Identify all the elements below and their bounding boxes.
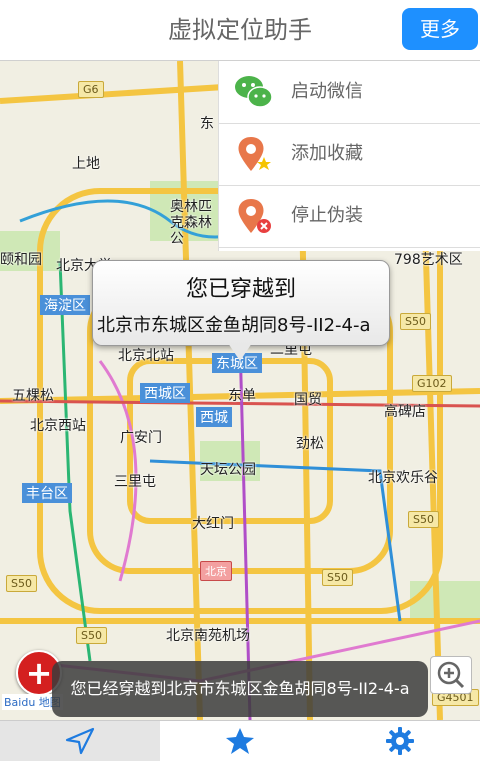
- map-district: 西城: [196, 407, 232, 427]
- road-label: S50: [76, 627, 107, 644]
- map-district: 海淀区: [40, 295, 90, 315]
- gear-icon: [386, 727, 414, 755]
- map-place: 天坛公园: [200, 462, 256, 478]
- map-place: 五棵松: [12, 388, 54, 404]
- map-place: 东单: [228, 388, 256, 404]
- map-place: 大红门: [192, 516, 234, 532]
- pin-cancel-icon: [238, 199, 271, 233]
- menu-item-stop-fake[interactable]: 停止伪装: [219, 185, 480, 248]
- map-place: 颐和园: [0, 252, 42, 268]
- tab-location[interactable]: [0, 721, 160, 761]
- menu-item-label: 添加收藏: [291, 143, 363, 164]
- map-place: 广安门: [120, 430, 162, 446]
- map-place: 三里屯: [114, 474, 156, 490]
- road-label: 北京: [200, 561, 232, 581]
- map-place: 上地: [72, 156, 100, 172]
- road-label: G6: [78, 81, 104, 98]
- wechat-icon: [235, 76, 273, 108]
- map-place: 高碑店: [384, 404, 426, 420]
- star-icon: [226, 728, 254, 754]
- road-label: S50: [322, 569, 353, 586]
- map-place: 北京南苑机场: [166, 628, 250, 644]
- menu-item-launch-wechat[interactable]: 启动微信: [219, 61, 480, 124]
- callout-pointer: [228, 343, 252, 361]
- map-place: 奥林匹克森林公: [170, 199, 212, 247]
- map-district: 西城区: [140, 383, 190, 403]
- location-callout: 您已穿越到 北京市东城区金鱼胡同8号-II2-4-a: [92, 260, 390, 346]
- more-menu: 启动微信 添加收藏 停止伪装: [218, 61, 480, 251]
- map-place: 798艺术区: [394, 252, 463, 268]
- road-label: S50: [408, 511, 439, 528]
- app-header: 虚拟定位助手 更多: [0, 0, 480, 61]
- map-place: 国贸: [294, 392, 322, 408]
- map-place: 北京北站: [118, 348, 174, 364]
- road-label: S50: [6, 575, 37, 592]
- menu-item-add-favorite[interactable]: 添加收藏: [219, 123, 480, 186]
- tab-settings[interactable]: [320, 721, 480, 761]
- map-place: 北京西站: [30, 418, 86, 434]
- menu-item-label: 启动微信: [291, 81, 363, 102]
- zoom-in-button[interactable]: [430, 656, 472, 694]
- tab-favorites[interactable]: [160, 721, 320, 761]
- toast-message: 您已经穿越到北京市东城区金鱼胡同8号-II2-4-a: [52, 661, 428, 717]
- menu-item-label: 停止伪装: [291, 205, 363, 226]
- map-district: 丰台区: [22, 483, 72, 503]
- bottom-tab-bar: [0, 720, 480, 761]
- road-label: G102: [412, 375, 452, 392]
- road-label: S50: [400, 313, 431, 330]
- callout-title: 您已穿越到: [185, 277, 296, 302]
- map-place: 劲松: [296, 436, 324, 452]
- pin-star-icon: [238, 137, 271, 171]
- callout-address: 北京市东城区金鱼胡同8号-II2-4-a: [97, 315, 371, 336]
- location-arrow-icon: [65, 727, 95, 755]
- zoom-in-icon: [437, 661, 465, 689]
- more-button[interactable]: 更多: [402, 8, 478, 50]
- map-place: 北京欢乐谷: [368, 470, 438, 486]
- map-place: 东: [200, 116, 214, 132]
